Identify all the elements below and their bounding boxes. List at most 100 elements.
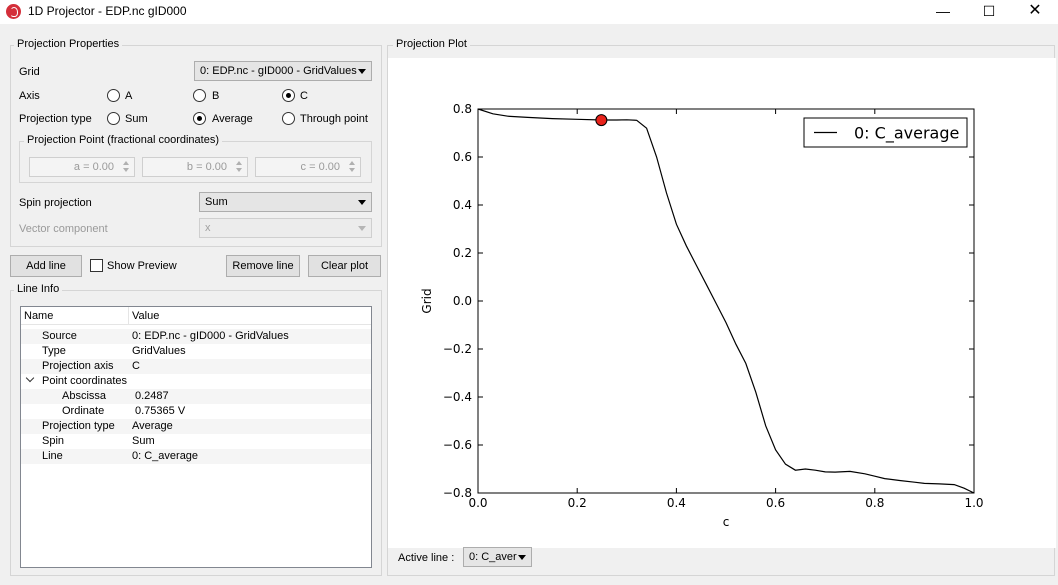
x-tick-label: 0.2	[568, 496, 587, 510]
chevron-down-icon	[518, 555, 526, 560]
ptype-average-label: Average	[212, 113, 253, 125]
vector-component-label: Vector component	[19, 223, 108, 235]
point-a-spinbox[interactable]: a = 0.00	[29, 157, 135, 177]
spin-projection-select[interactable]: Sum	[199, 192, 372, 212]
row-value: 0: C_average	[132, 450, 199, 462]
row-name: Source	[42, 330, 77, 342]
tree-row[interactable]: Source 0: EDP.nc - gID000 - GridValues	[21, 329, 371, 344]
tree-header: Name Value	[21, 307, 371, 325]
axis-b-label: B	[212, 90, 220, 102]
tree-row[interactable]: Ordinate 0.75365 V	[21, 404, 371, 419]
show-preview-label: Show Preview	[107, 260, 177, 272]
projection-point-title: Projection Point (fractional coordinates…	[24, 134, 222, 146]
row-value: 0: EDP.nc - gID000 - GridValues	[132, 330, 289, 342]
tree-row[interactable]: Point coordinates	[21, 373, 371, 389]
app-icon	[6, 4, 21, 19]
row-value: 0.2487	[135, 390, 169, 402]
axis-c-label: C	[300, 90, 308, 102]
arrow-down-icon	[236, 168, 242, 172]
arrow-down-icon	[123, 168, 129, 172]
vector-component-value: x	[205, 222, 211, 234]
active-line-value: 0: C_aver	[469, 551, 517, 563]
y-tick-label: −0.4	[443, 390, 472, 404]
vector-component-select[interactable]: x	[199, 218, 372, 238]
row-value: Sum	[132, 435, 155, 447]
axis-a-radio[interactable]	[107, 89, 120, 102]
x-tick-label: 1.0	[964, 496, 983, 510]
ptype-through-point-label: Through point	[300, 113, 368, 125]
row-name: Spin	[42, 435, 65, 447]
column-name-header[interactable]: Name	[24, 310, 53, 322]
row-name: Point coordinates	[42, 375, 127, 387]
maximize-button[interactable]: ☐	[966, 0, 1012, 24]
axis-c-radio[interactable]	[282, 89, 295, 102]
minimize-button[interactable]: —	[920, 0, 966, 24]
tree-row[interactable]: Projection axis C	[21, 359, 371, 374]
spin-projection-label: Spin projection	[19, 197, 92, 209]
point-b-value: b = 0.00	[186, 161, 227, 173]
projection-plot-title: Projection Plot	[393, 38, 470, 50]
row-value: GridValues	[132, 345, 186, 357]
row-name: Line	[42, 450, 63, 462]
column-value-header[interactable]: Value	[132, 310, 159, 322]
row-name: Projection type	[42, 420, 115, 432]
tree-row[interactable]: Projection type Average	[21, 419, 371, 434]
y-axis-label: Grid	[420, 288, 434, 313]
plot-frame	[477, 108, 975, 494]
arrow-down-icon	[349, 168, 355, 172]
point-b-spinbox[interactable]: b = 0.00	[142, 157, 248, 177]
remove-line-button[interactable]: Remove line	[226, 255, 300, 277]
active-line-select[interactable]: 0: C_aver	[463, 547, 532, 567]
chevron-down-icon	[358, 200, 366, 205]
chevron-down-icon	[358, 69, 366, 74]
point-c-value: c = 0.00	[300, 161, 340, 173]
axis-b-radio[interactable]	[193, 89, 206, 102]
active-line-label: Active line :	[398, 552, 455, 564]
arrow-up-icon	[123, 161, 129, 165]
line-info-title: Line Info	[14, 283, 63, 295]
active-point-marker	[595, 114, 608, 127]
chevron-down-icon	[358, 226, 366, 231]
clear-plot-button[interactable]: Clear plot	[308, 255, 381, 277]
row-value: C	[132, 360, 140, 372]
tree-row[interactable]: Line 0: C_average	[21, 449, 371, 464]
chevron-down-icon[interactable]	[25, 373, 35, 383]
row-name: Projection axis	[42, 360, 114, 372]
y-tick-label: 0.0	[453, 294, 472, 308]
window-title: 1D Projector - EDP.nc gID000	[28, 4, 187, 18]
spin-projection-value: Sum	[205, 196, 228, 208]
tree-row[interactable]: Spin Sum	[21, 434, 371, 449]
arrow-up-icon	[236, 161, 242, 165]
arrow-up-icon	[349, 161, 355, 165]
row-name: Abscissa	[62, 390, 107, 402]
close-button[interactable]: ✕	[1012, 0, 1058, 24]
point-c-spinbox[interactable]: c = 0.00	[255, 157, 361, 177]
tree-row[interactable]: Type GridValues	[21, 344, 371, 359]
axis-label: Axis	[19, 90, 40, 102]
line-info-tree[interactable]: Name Value Source 0: EDP.nc - gID000 - G…	[20, 306, 372, 568]
projection-chart[interactable]: 0.0 0.2 0.4 0.6 0.8 1.00.80.60.40.20.0−0.2−0.…	[388, 58, 1056, 548]
add-line-button[interactable]: Add line	[10, 255, 82, 277]
projection-properties-title: Projection Properties	[14, 38, 123, 50]
x-tick-label: 0.8	[865, 496, 884, 510]
y-tick-label: 0.8	[453, 102, 472, 116]
row-name: Type	[42, 345, 66, 357]
ptype-sum-label: Sum	[125, 113, 148, 125]
row-value: 0.75365 V	[135, 405, 186, 417]
tree-row[interactable]: Abscissa 0.2487	[21, 389, 371, 404]
y-tick-label: 0.2	[453, 246, 472, 260]
y-tick-label: −0.2	[443, 342, 472, 356]
row-value: Average	[132, 420, 173, 432]
header-divider	[128, 307, 129, 325]
axis-a-label: A	[125, 90, 133, 102]
series-line	[477, 108, 975, 494]
grid-select[interactable]: 0: EDP.nc - gID000 - GridValues	[194, 61, 372, 81]
title-bar: 1D Projector - EDP.nc gID000 — ☐ ✕	[0, 0, 1058, 24]
show-preview-checkbox[interactable]	[90, 259, 103, 272]
x-axis-label: c	[723, 515, 730, 529]
projection-type-label: Projection type	[19, 113, 92, 125]
y-tick-label: −0.6	[443, 438, 472, 452]
ptype-average-radio[interactable]	[193, 112, 206, 125]
ptype-sum-radio[interactable]	[107, 112, 120, 125]
ptype-through-point-radio[interactable]	[282, 112, 295, 125]
